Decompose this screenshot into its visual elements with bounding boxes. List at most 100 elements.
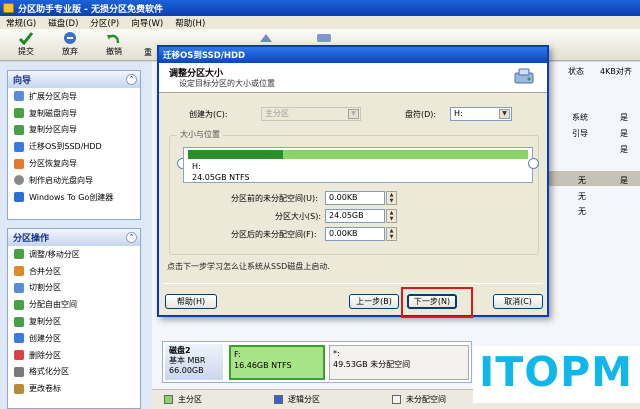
cancel-button[interactable]: 取消(C) <box>493 294 543 309</box>
partition-size-stepper[interactable]: ▲ ▼ <box>386 209 397 223</box>
unalloc-after-label: 分区后的未分配空间(F): <box>231 230 317 239</box>
op-item-split[interactable]: 切割分区 <box>8 280 140 297</box>
disk2-type: 基本 MBR <box>169 356 206 365</box>
next-button-highlight <box>401 287 473 318</box>
discard-button[interactable]: 放弃 <box>50 31 90 59</box>
label-icon <box>14 383 24 394</box>
menu-general[interactable]: 常规(G) <box>6 17 36 29</box>
op-item-allocate-free[interactable]: 分配自由空间 <box>8 296 140 313</box>
partition-size-input[interactable]: 24.05GB <box>325 209 385 223</box>
column-status[interactable]: 状态 <box>568 63 584 80</box>
create-as-label: 创建为(C): <box>189 110 228 119</box>
wizard-item-windows-to-go[interactable]: Windows To Go创建器 <box>8 189 140 206</box>
disk2-card[interactable]: 磁盘2 基本 MBR 66.00GB F: 16.46GB NTFS *: 49… <box>162 341 472 383</box>
dialog-header: 调整分区大小 设定目标分区的大小或位置 <box>159 63 547 93</box>
drive-letter-select[interactable]: H: ▼ <box>450 107 512 121</box>
menu-help[interactable]: 帮助(H) <box>175 17 205 29</box>
chevron-down-icon: ▼ <box>499 109 510 119</box>
create-icon <box>14 333 24 344</box>
row-align: 是 <box>620 176 628 185</box>
partition-desc: 24.05GB NTFS <box>192 173 250 182</box>
partition-f[interactable]: F: 16.46GB NTFS <box>229 345 325 380</box>
wizard-item-extend-partition[interactable]: 扩展分区向导 <box>8 88 140 105</box>
menu-partition[interactable]: 分区(P) <box>90 17 119 29</box>
unalloc-before-stepper[interactable]: ▲ ▼ <box>386 191 397 205</box>
partition-name: H: <box>192 162 201 171</box>
collapse-icon[interactable]: ⌃ <box>126 74 137 85</box>
menu-wizard[interactable]: 向导(W) <box>131 17 163 29</box>
create-as-select[interactable]: 主分区 ▼ <box>261 107 361 121</box>
create-as-value: 主分区 <box>265 109 289 118</box>
column-4k-align[interactable]: 4KB对齐 <box>600 63 632 80</box>
delete-icon <box>14 350 24 361</box>
hint-text: 点击下一步学习怎么让系统从SSD磁盘上启动. <box>167 262 330 271</box>
disk2-size: 66.00GB <box>169 366 204 375</box>
collapse-icon[interactable]: ⌃ <box>126 232 137 243</box>
wizard-item-copy-partition[interactable]: 复制分区向导 <box>8 122 140 139</box>
copy-disk-icon <box>14 108 24 119</box>
divider <box>163 283 543 284</box>
disk-tool-icon <box>317 34 331 42</box>
dialog-title-bar[interactable]: 迁移OS到SSD/HDD <box>159 47 547 63</box>
commit-label: 提交 <box>18 47 34 56</box>
row-align: 是 <box>620 113 628 122</box>
commit-button[interactable]: 提交 <box>6 31 46 59</box>
partition-unallocated-name: *: <box>333 349 340 358</box>
watermark-logo: ITOPM <box>473 346 640 403</box>
merge-icon <box>14 266 24 277</box>
left-panel: 向导 ⌃ 扩展分区向导 复制磁盘向导 复制分区向导 迁移OS到SSD/HDD 分… <box>0 62 152 409</box>
right-resize-handle[interactable] <box>528 158 539 169</box>
legend-swatch <box>392 395 401 404</box>
undo-label: 撤销 <box>106 47 122 56</box>
partition-used-fill <box>188 150 284 159</box>
row-status: 无 <box>578 192 586 201</box>
split-icon <box>14 282 24 293</box>
redo-button[interactable]: 重 <box>138 31 158 59</box>
undo-button[interactable]: 撤销 <box>94 31 134 59</box>
row-align: 是 <box>620 129 628 138</box>
dialog-header-subtitle: 设定目标分区的大小或位置 <box>179 79 275 88</box>
disk2-name: 磁盘2 <box>169 346 191 355</box>
window-title-bar: 分区助手专业版 - 无损分区免费软件 <box>0 0 640 16</box>
copy-partition-icon <box>14 124 24 135</box>
operations-section-header[interactable]: 分区操作 ⌃ <box>8 229 140 246</box>
legend-swatch <box>274 395 283 404</box>
unalloc-after-input[interactable]: 0.00KB <box>325 227 385 241</box>
watermark-text: ITOPM <box>479 348 633 396</box>
op-item-change-label[interactable]: 更改卷标 <box>8 380 140 397</box>
row-status: 无 <box>578 207 586 216</box>
wizard-item-bootable-cd[interactable]: 制作启动光盘向导 <box>8 172 140 189</box>
chevron-down-icon: ▼ <box>348 109 359 119</box>
partition-resize-bar[interactable]: H: 24.05GB NTFS <box>183 147 533 183</box>
wizard-item-copy-disk[interactable]: 复制磁盘向导 <box>8 105 140 122</box>
unalloc-after-stepper[interactable]: ▲ ▼ <box>386 227 397 241</box>
migrate-os-dialog: 迁移OS到SSD/HDD 调整分区大小 设定目标分区的大小或位置 创建为(C):… <box>157 45 549 317</box>
legend-logical: 逻辑分区 <box>274 394 320 405</box>
op-item-format[interactable]: 格式化分区 <box>8 364 140 381</box>
drive-letter-label: 盘符(D): <box>405 110 437 119</box>
op-item-copy-partition[interactable]: 复制分区 <box>8 313 140 330</box>
unalloc-before-input[interactable]: 0.00KB <box>325 191 385 205</box>
wizard-item-migrate-os[interactable]: 迁移OS到SSD/HDD <box>8 138 140 155</box>
wizard-item-partition-recovery[interactable]: 分区恢复向导 <box>8 155 140 172</box>
row-align: 是 <box>620 145 628 154</box>
op-item-create[interactable]: 创建分区 <box>8 330 140 347</box>
op-item-delete[interactable]: 删除分区 <box>8 347 140 364</box>
help-button[interactable]: 帮助(H) <box>165 294 217 309</box>
disk-drive-icon <box>514 68 534 84</box>
allocate-icon <box>14 299 24 310</box>
back-button[interactable]: 上一步(B) <box>349 294 399 309</box>
redo-label: 重 <box>144 48 152 57</box>
copy-icon <box>14 316 24 327</box>
menu-disk[interactable]: 磁盘(D) <box>48 17 78 29</box>
discard-icon <box>64 32 76 44</box>
row-status: 系统 <box>572 113 588 122</box>
commit-icon <box>18 32 34 45</box>
wizard-section-header[interactable]: 向导 ⌃ <box>8 71 140 88</box>
legend-primary: 主分区 <box>164 394 202 405</box>
partition-unallocated[interactable]: *: 49.53GB 未分配空间 <box>329 345 469 380</box>
op-item-merge[interactable]: 合并分区 <box>8 263 140 280</box>
wizard-section-title: 向导 <box>13 76 32 86</box>
app-icon <box>3 3 14 13</box>
op-item-resize-move[interactable]: 调整/移动分区 <box>8 246 140 263</box>
